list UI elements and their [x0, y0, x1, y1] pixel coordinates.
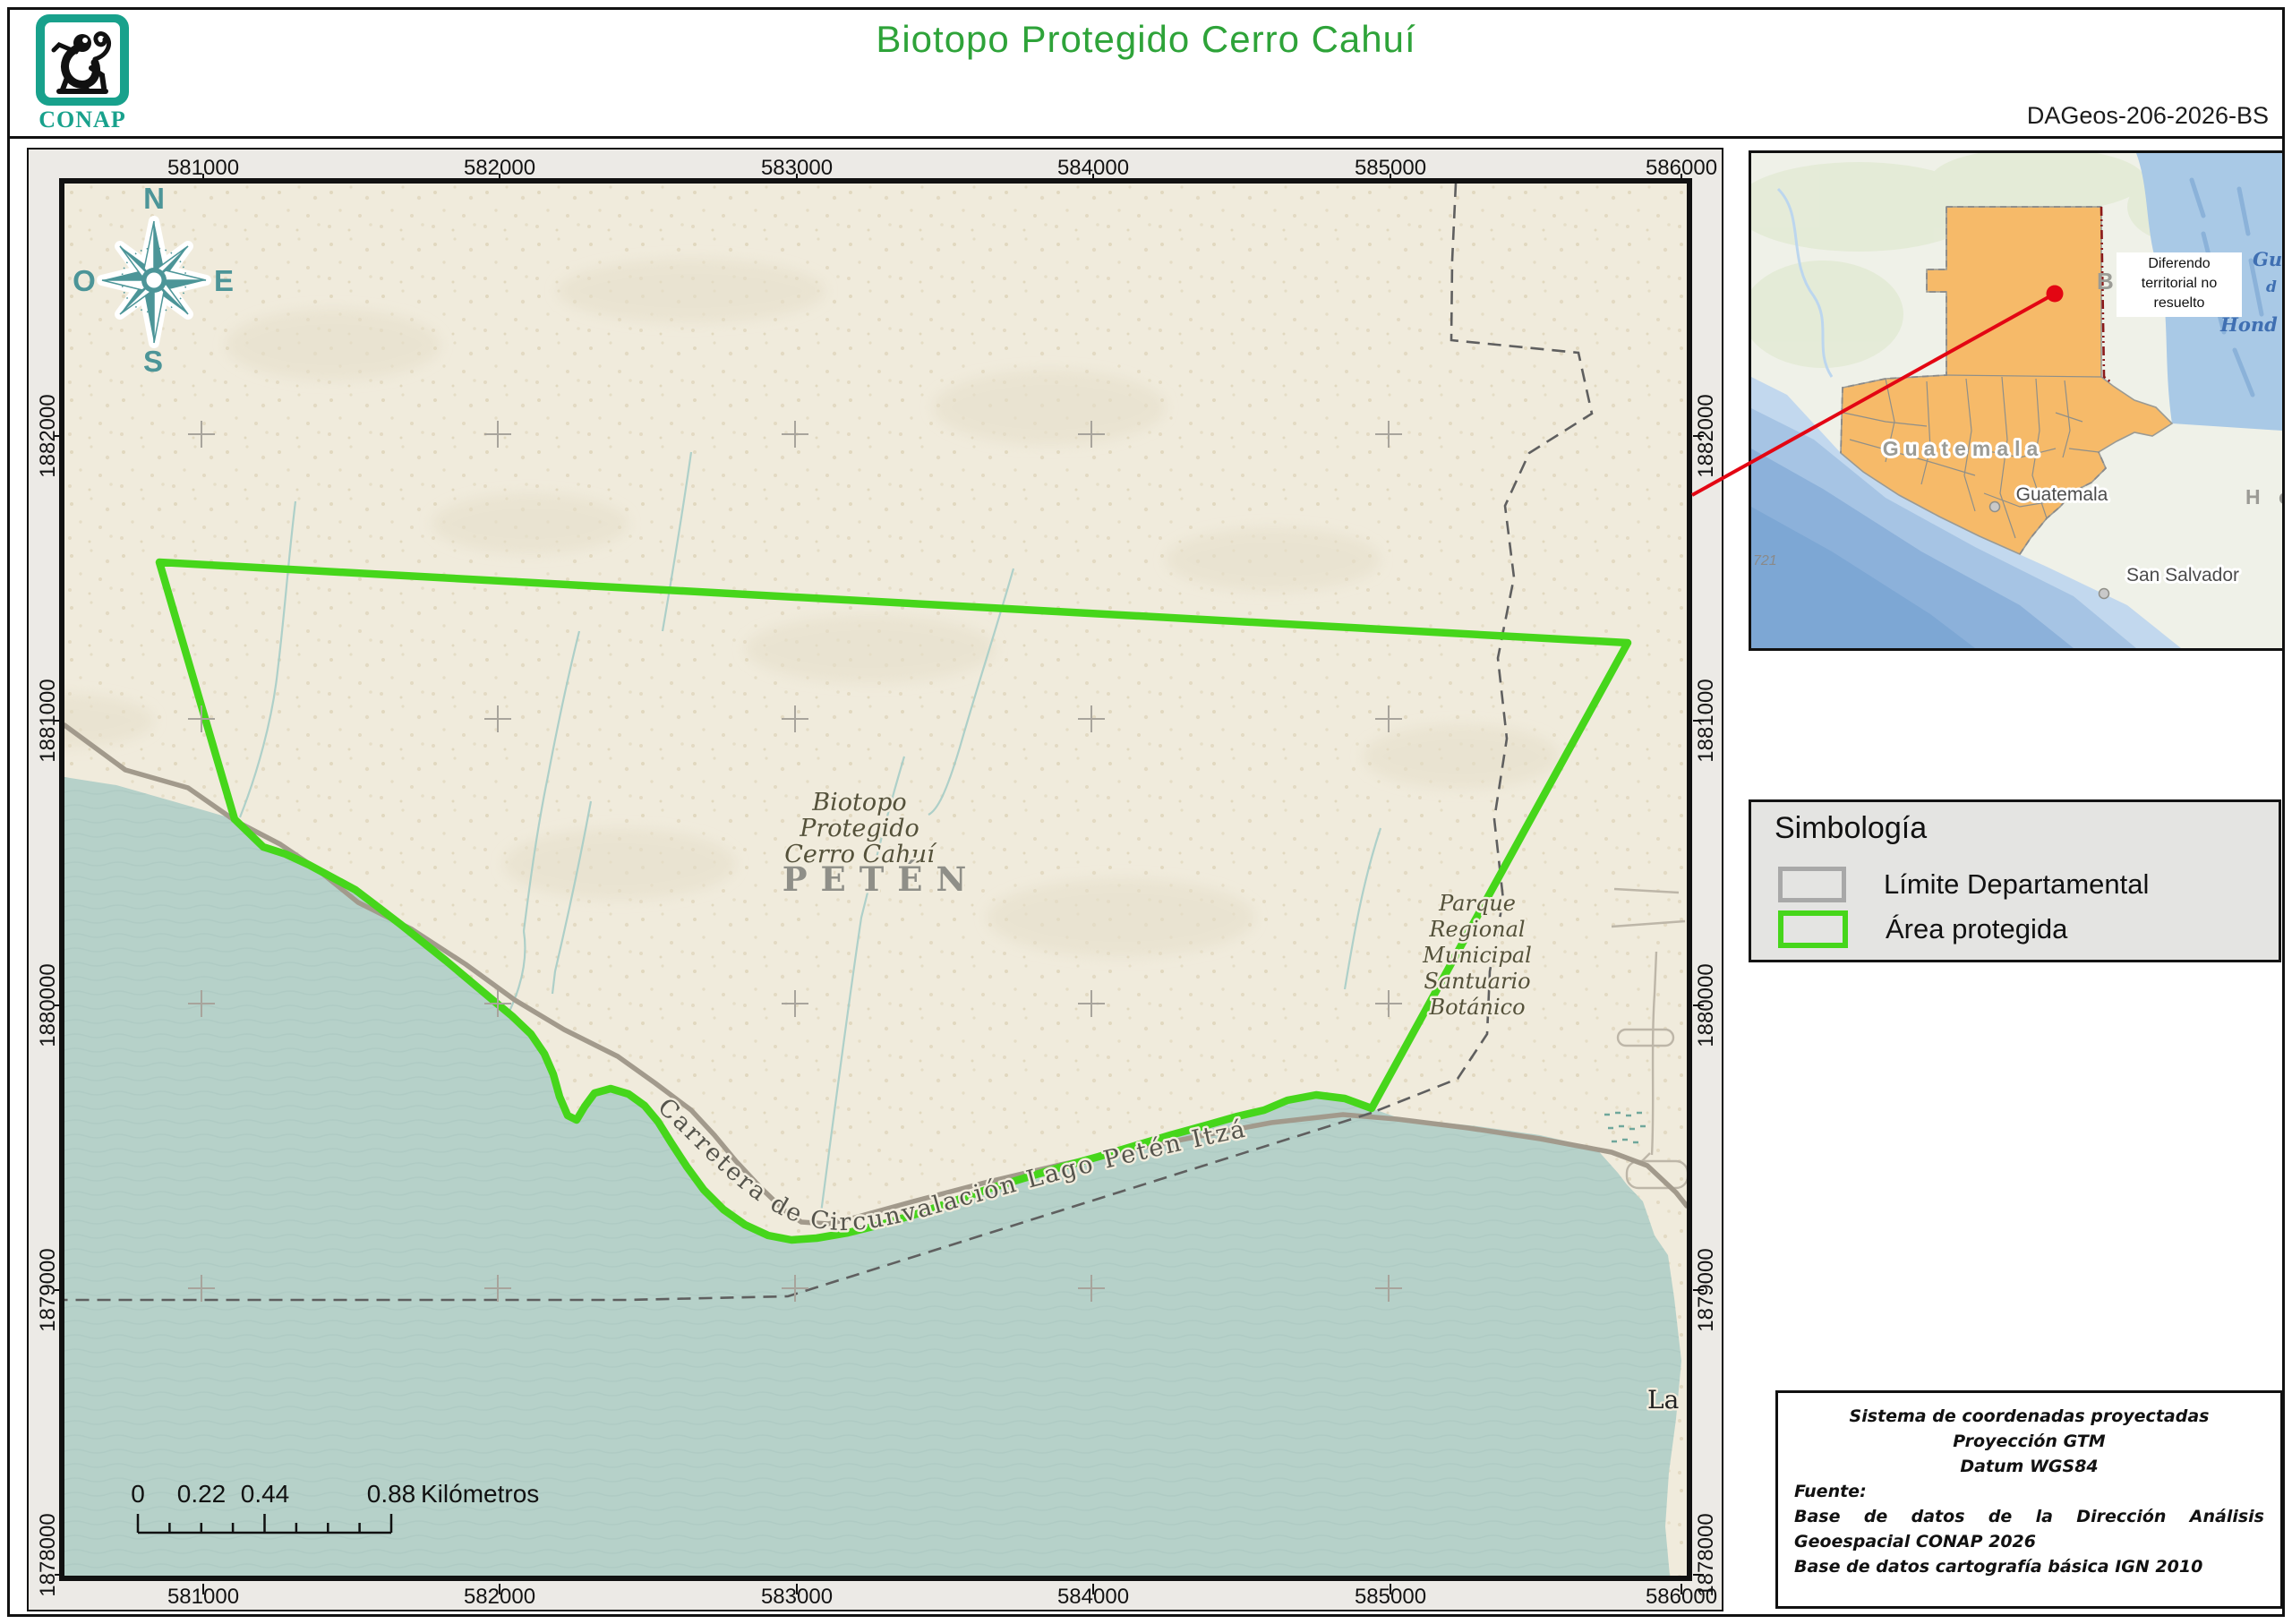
inset-city-label: Guatemala — [2016, 484, 2108, 505]
axis-tick — [1693, 720, 1704, 722]
page-title: Biotopo Protegido Cerro Cahuí — [0, 18, 2292, 61]
scale-tick-044: 0.44 — [241, 1480, 290, 1508]
compass-north-label: N — [143, 184, 165, 215]
y-axis-label-left: 1878000 — [36, 1513, 61, 1596]
protected-area-swatch — [1778, 910, 1848, 948]
source-info-box: Sistema de coordenadas proyectadas Proye… — [1775, 1390, 2283, 1609]
source-line2: Base de datos cartografía básica IGN 201… — [1794, 1554, 2264, 1579]
legend-item-label: Área protegida — [1886, 913, 2067, 945]
compass-east-label: E — [214, 264, 234, 297]
source-line1: Base de datos de la Dirección Análisis G… — [1794, 1504, 2264, 1554]
axis-tick — [1390, 1584, 1391, 1594]
departmental-limit-swatch — [1778, 867, 1846, 902]
parque-label-line2: Regional — [1428, 917, 1525, 942]
main-map: Biotopo Protegido Cerro Cahuí PETÉN Parq… — [59, 178, 1692, 1581]
legend-item-area-protegida: Área protegida — [1778, 911, 2067, 947]
biotopo-label-line2: Protegido — [799, 815, 919, 842]
peten-label: PETÉN — [783, 859, 980, 899]
place-label-partial: La — [1647, 1385, 1679, 1415]
legend: Simbología Límite Departamental Área pro… — [1749, 799, 2281, 962]
axis-tick — [202, 1584, 204, 1594]
inset-guatemala-city-dot — [1990, 502, 2000, 512]
note-line1: Diferendo — [2117, 254, 2242, 274]
conap-logo-text: CONAP — [38, 107, 125, 132]
scale-unit-label: Kilómetros — [421, 1480, 539, 1508]
note-line3: resuelto — [2117, 294, 2242, 313]
parque-label-line3: Municipal — [1422, 943, 1532, 968]
axis-tick — [1693, 1289, 1704, 1291]
fuente-label: Fuente: — [1794, 1479, 2264, 1504]
inset-san-salvador-dot — [2100, 589, 2109, 599]
biotopo-label-line1: Biotopo — [811, 789, 906, 816]
territorial-dispute-note: Diferendo territorial no resuelto — [2117, 252, 2242, 317]
legend-item-limite-departamental: Límite Departamental — [1778, 867, 2149, 902]
crs-line1: Sistema de coordenadas proyectadas — [1794, 1404, 2264, 1429]
parque-label-line1: Parque — [1438, 891, 1516, 916]
inset-country-label: Guatemala — [1883, 437, 2045, 460]
axis-tick — [1693, 435, 1704, 437]
inset-sea-label-fragment-1: Gu — [2253, 248, 2282, 270]
inset-location-map: B Guatemala H o Guatemala San Salvador G… — [1749, 150, 2285, 651]
y-axis-label-right: 1878000 — [1694, 1513, 1719, 1596]
parque-label-line5: Botánico — [1428, 995, 1525, 1020]
scale-tick-088: 0.88 — [367, 1480, 416, 1508]
doc-code: DAGeos-206-2026-BS — [2027, 102, 2269, 130]
crs-line2: Proyección GTM — [1794, 1429, 2264, 1454]
compass-south-label: S — [143, 345, 163, 378]
axis-tick — [1092, 1584, 1094, 1594]
axis-tick — [499, 1584, 500, 1594]
legend-title: Simbología — [1775, 811, 1927, 846]
map-sheet: { "header": { "title": "Biotopo Protegid… — [0, 0, 2292, 1624]
axis-tick — [1681, 1584, 1682, 1594]
inset-san-salvador-label: San Salvador — [2126, 565, 2239, 585]
inset-number-fragment: 721 — [1753, 553, 1777, 568]
scale-tick-0: 0 — [131, 1480, 145, 1508]
axis-tick — [1693, 1004, 1704, 1006]
inset-honduras-label-partial: H o — [2245, 485, 2282, 509]
inset-sea-label-fragment-2: d — [2266, 278, 2277, 296]
axis-tick — [1693, 1574, 1704, 1576]
axis-tick — [796, 1584, 798, 1594]
compass-west-label: O — [73, 264, 96, 297]
parque-label-line4: Santuario — [1424, 969, 1530, 994]
note-line2: territorial no — [2117, 274, 2242, 294]
scale-tick-022: 0.22 — [177, 1480, 227, 1508]
header-divider — [7, 136, 2285, 139]
legend-item-label: Límite Departamental — [1884, 868, 2149, 901]
crs-line3: Datum WGS84 — [1794, 1454, 2264, 1479]
inset-belize-label-partial: B — [2097, 268, 2114, 295]
